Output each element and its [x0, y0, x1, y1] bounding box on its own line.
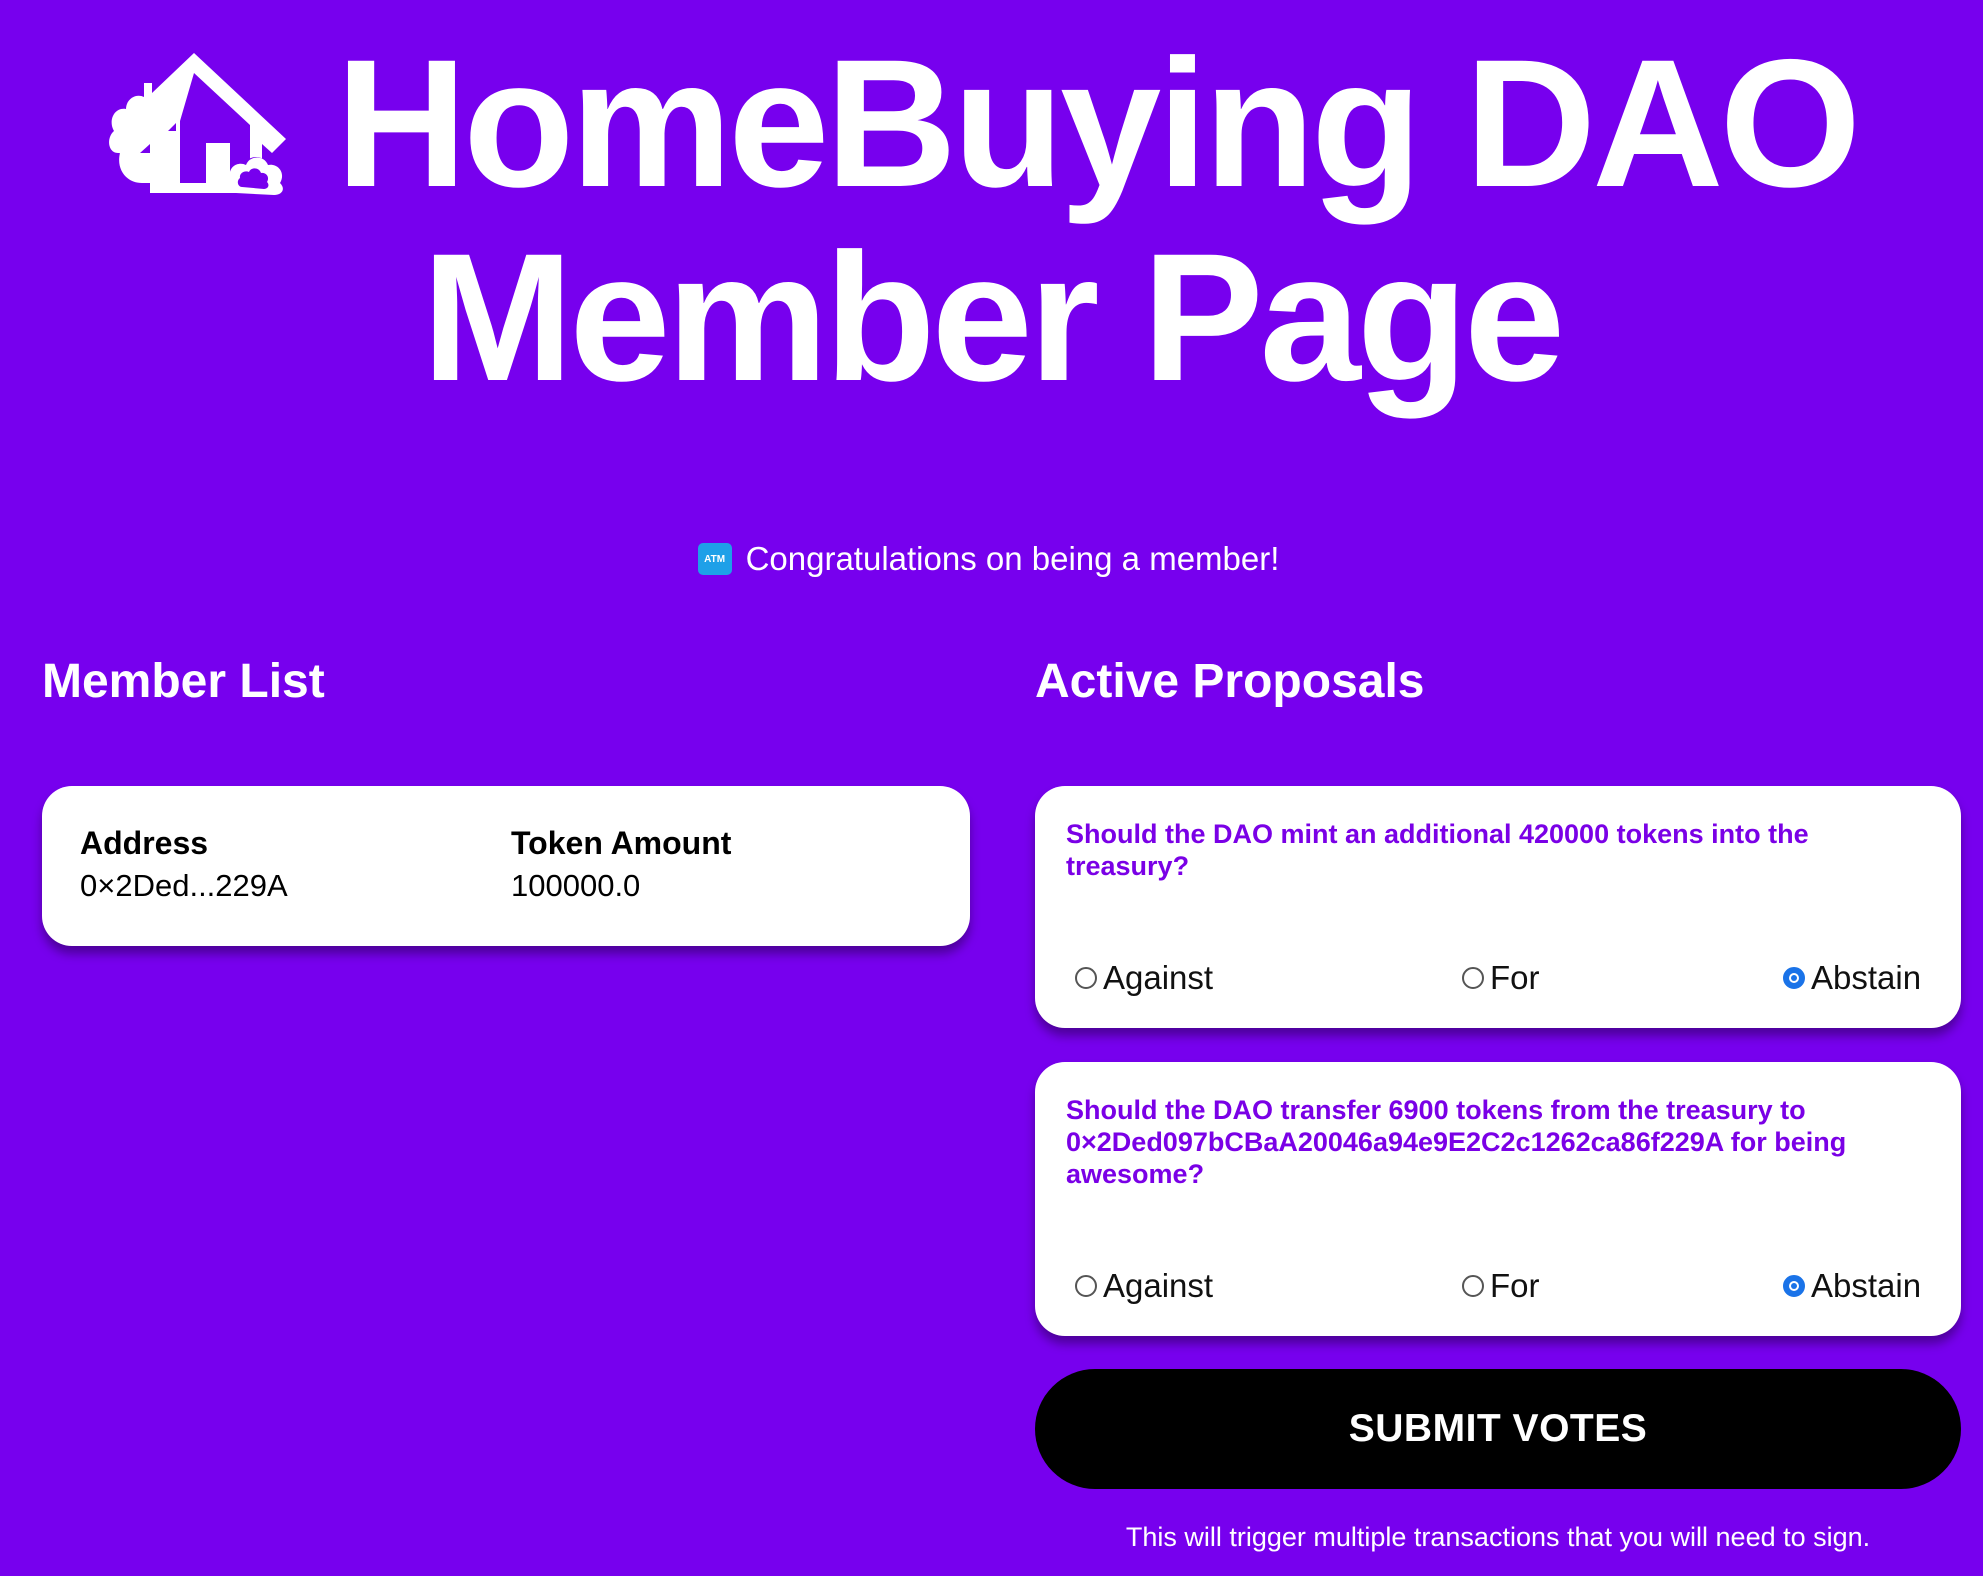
member-banner: ATM Congratulations on being a member! [0, 540, 1983, 578]
house-icon [108, 53, 286, 195]
vote-option-abstain[interactable]: Abstain [1783, 958, 1921, 998]
vote-option-label: Abstain [1811, 959, 1922, 996]
proposal-question: Should the DAO transfer 6900 tokens from… [1066, 1095, 1847, 1189]
page-header: HomeBuying DAO Member Page [0, 28, 1983, 422]
address-header: Address [80, 825, 209, 861]
proposal-card: Should the DAO mint an additional 420000… [1035, 786, 1961, 1028]
active-proposals-title: Active Proposals [1035, 655, 1425, 708]
member-table: Address 0×2Ded...229A Token Amount 10000… [42, 786, 970, 946]
address-column: Address 0×2Ded...229A [80, 824, 288, 910]
token-amount-header: Token Amount [511, 825, 732, 861]
vote-option-label: For [1490, 1267, 1540, 1304]
atm-icon: ATM [697, 543, 732, 575]
vote-option-label: Against [1103, 1267, 1214, 1304]
title-row: HomeBuying DAO [0, 28, 1983, 218]
member-token-amount: 100000.0 [511, 868, 641, 903]
submit-votes-button[interactable]: SUBMIT VOTES [1035, 1369, 1961, 1489]
vote-option-against[interactable]: Against [1075, 1266, 1213, 1306]
vote-option-label: Against [1103, 959, 1214, 996]
radio-for[interactable] [1462, 967, 1484, 989]
vote-option-label: Abstain [1811, 1267, 1922, 1304]
vote-option-for[interactable]: For [1462, 1266, 1540, 1306]
vote-option-label: For [1490, 959, 1540, 996]
radio-abstain[interactable] [1783, 1275, 1805, 1297]
vote-option-for[interactable]: For [1462, 958, 1540, 998]
transaction-note: This will trigger multiple transactions … [1125, 1522, 1871, 1552]
radio-against[interactable] [1075, 1275, 1097, 1297]
proposal-question: Should the DAO mint an additional 420000… [1066, 819, 1809, 881]
member-list-title: Member List [42, 655, 325, 708]
vote-option-against[interactable]: Against [1075, 958, 1213, 998]
radio-against[interactable] [1075, 967, 1097, 989]
page-title: HomeBuying DAO [335, 21, 1861, 225]
vote-options: Against For Abstain [1035, 958, 1961, 998]
proposal-card: Should the DAO transfer 6900 tokens from… [1035, 1062, 1961, 1336]
member-address: 0×2Ded...229A [80, 868, 288, 903]
banner-text: Congratulations on being a member! [745, 540, 1280, 577]
vote-options: Against For Abstain [1035, 1266, 1961, 1306]
token-amount-column: Token Amount 100000.0 [511, 824, 731, 910]
radio-for[interactable] [1462, 1275, 1484, 1297]
radio-abstain[interactable] [1783, 967, 1805, 989]
page-subtitle: Member Page [421, 215, 1565, 419]
vote-option-abstain[interactable]: Abstain [1783, 1266, 1921, 1306]
